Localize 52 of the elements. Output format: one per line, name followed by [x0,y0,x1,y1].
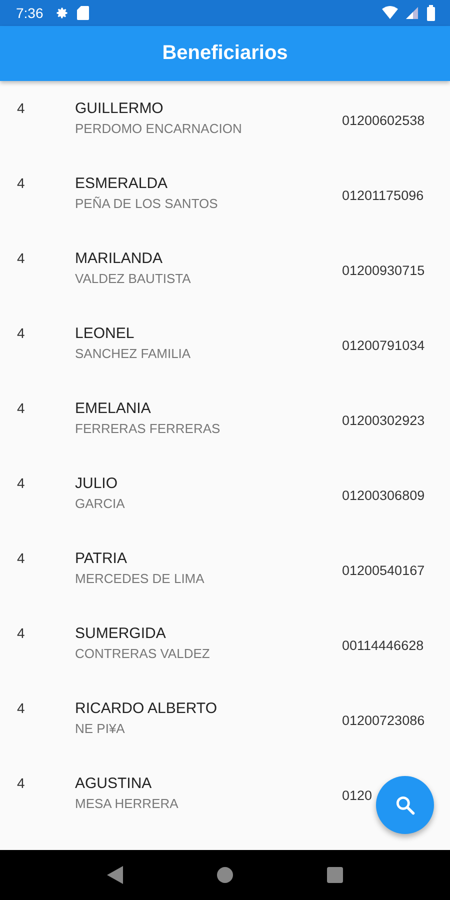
row-number: 4 [17,700,26,716]
id-number: 01200540167 [342,563,426,578]
row-number: 4 [17,775,26,792]
last-name: MERCEDES DE LIMA [75,571,206,586]
row-number: 4 [17,100,26,116]
id-number: 01200723086 [342,713,426,728]
id-number: 01200302923 [342,413,426,428]
wifi-icon [382,6,398,20]
settings-icon [55,6,70,20]
row-number: 4 [17,625,26,642]
row-number: 4 [17,550,26,566]
last-name: NE PI¥A [75,721,126,736]
search-button[interactable] [376,776,434,834]
first-name: JULIO [75,475,119,492]
first-name: SUMERGIDA [75,625,167,642]
first-name: GUILLERMO [75,100,164,118]
last-name: SANCHEZ FAMILIA [75,346,192,362]
id-number: 01201175096 [342,188,425,204]
row-number: 4 [17,175,26,192]
row-number: 4 [17,250,26,266]
app-bar-title: Beneficiarios [162,42,288,66]
first-name: AGUSTINA [75,775,153,792]
first-name: EMELANIA [75,400,152,418]
first-name: MARILANDA [75,250,164,268]
first-name: PATRIA [75,550,128,568]
last-name: FERRERAS FERRERAS [75,421,222,436]
row-number: 4 [17,325,26,342]
row-number: 4 [17,475,26,492]
first-name: LEONEL [75,325,136,342]
last-name: CONTRERAS VALDEZ [75,646,211,662]
id-number: 01200930715 [342,263,426,278]
id-number: 0120 [342,788,374,804]
signal-icon [406,6,418,19]
row-number: 4 [17,400,26,416]
id-number: 01200306809 [342,488,426,504]
sd-card-icon [77,6,90,20]
last-name: MESA HERRERA [75,796,180,812]
last-name: PEÑA DE LOS SANTOS [75,196,219,212]
last-name: GARCIA [75,496,126,512]
last-name: VALDEZ BAUTISTA [75,271,192,286]
id-number: 00114446628 [342,638,425,654]
back-icon[interactable] [107,866,123,884]
search-icon [394,794,416,816]
first-name: ESMERALDA [75,175,169,192]
first-name: RICARDO ALBERTO [75,700,218,718]
battery-icon [426,4,436,21]
clock-time: 7:36 [16,4,44,21]
id-number: 01200602538 [342,113,426,128]
id-number: 01200791034 [342,338,426,354]
last-name: PERDOMO ENCARNACION [75,121,243,136]
recents-icon[interactable] [327,867,343,884]
home-icon[interactable] [217,867,233,884]
